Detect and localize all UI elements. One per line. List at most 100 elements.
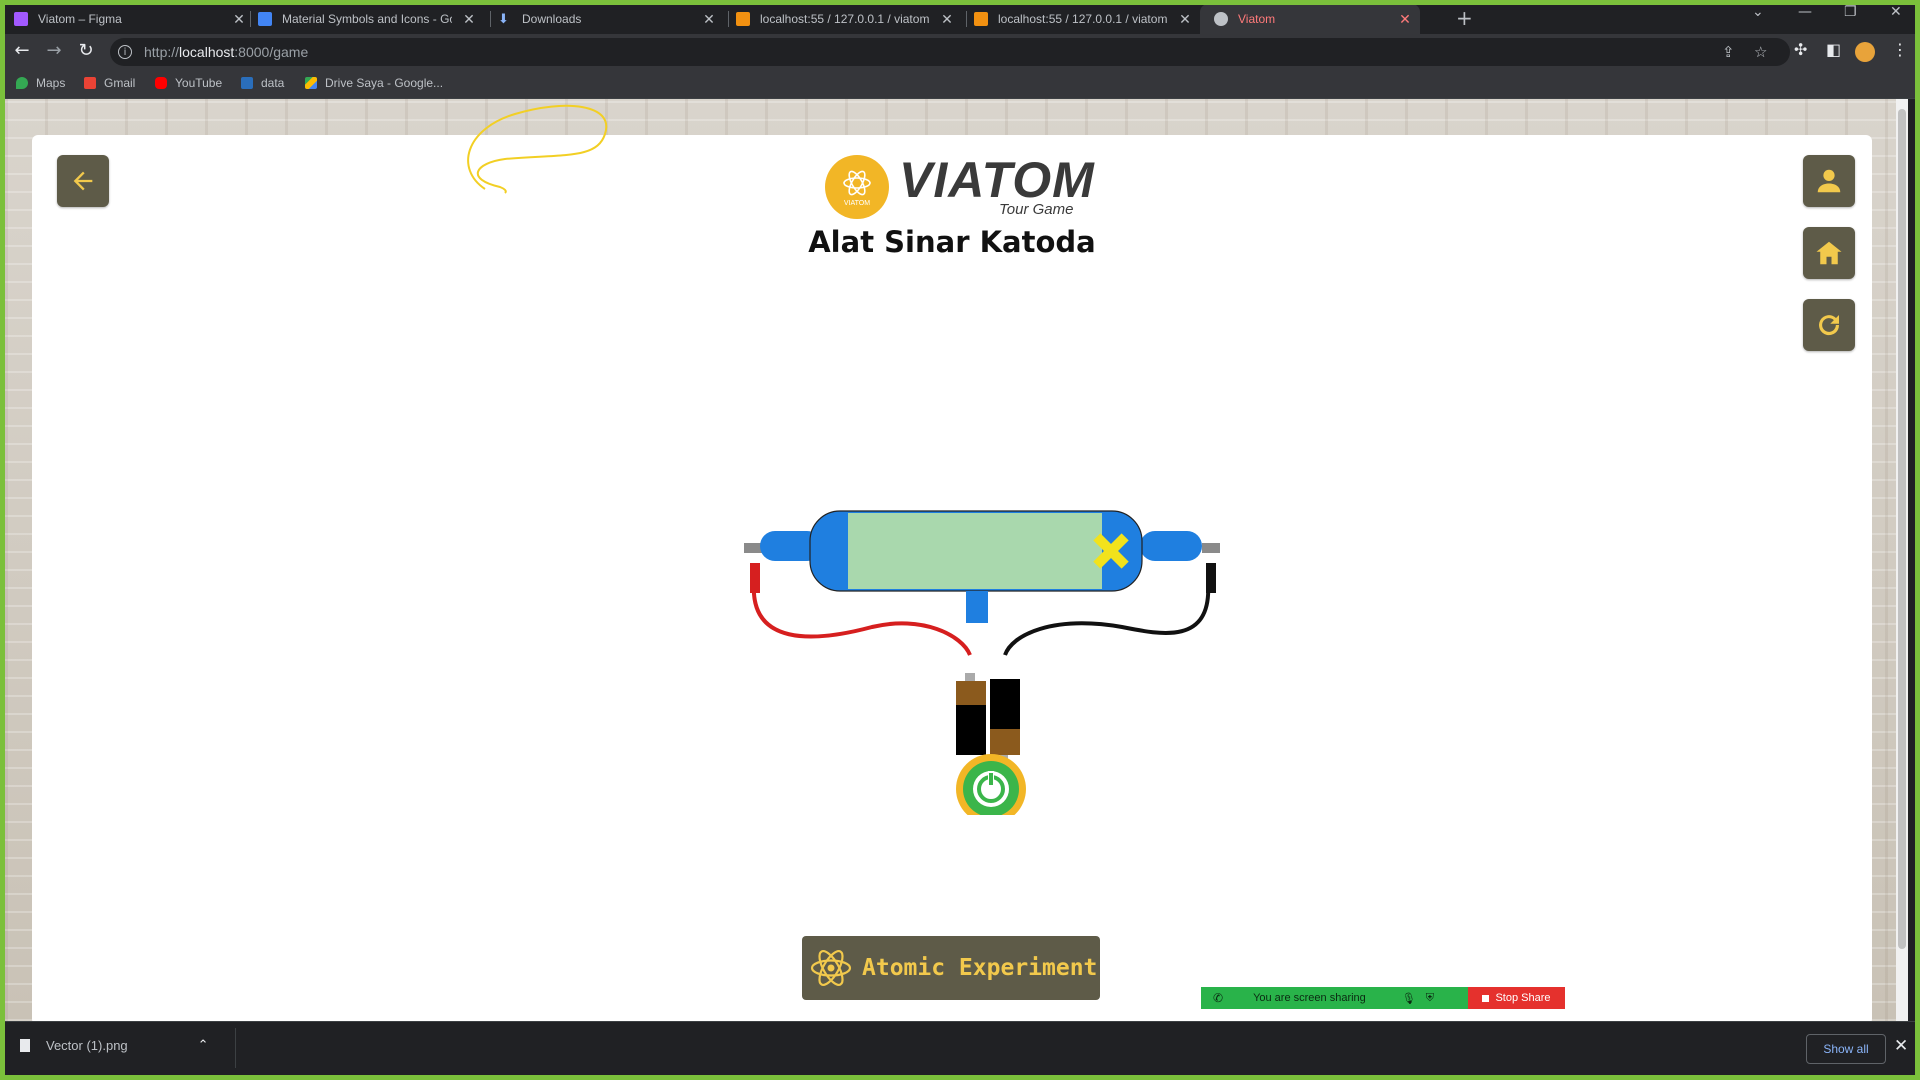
tab-title: Viatom – Figma (38, 12, 122, 26)
tab-strip: Viatom – Figma ✕ Material Symbols and Ic… (0, 0, 1920, 34)
mic-icon[interactable]: 🎙 (1402, 992, 1416, 1005)
stop-share-label: Stop Share (1495, 992, 1551, 1004)
chevron-up-icon[interactable]: ⌃ (198, 1037, 209, 1053)
battery-negative (990, 729, 1020, 755)
bookmark-label: data (261, 76, 285, 90)
atomic-experiment-button[interactable]: Atomic Experiment (802, 936, 1100, 1000)
tab-localhost-1[interactable]: localhost:55 / 127.0.0.1 / viatom ✕ (736, 4, 954, 34)
extensions-icon[interactable]: ✣ (1794, 40, 1807, 59)
tab-search-icon[interactable]: ⌄ (1752, 4, 1764, 20)
profile-button[interactable] (1803, 155, 1855, 207)
close-icon[interactable]: ✕ (1178, 11, 1192, 28)
restart-button[interactable] (1803, 299, 1855, 351)
page-viewport: VIATOM VIATOM Tour Game Alat Sinar Katod… (5, 99, 1908, 1021)
close-icon[interactable]: ✕ (702, 11, 716, 28)
left-terminal[interactable] (744, 543, 762, 553)
stop-share-button[interactable]: Stop Share (1468, 987, 1565, 1009)
atom-icon (843, 170, 871, 195)
bookmark-label: Drive Saya - Google... (325, 76, 444, 90)
atom-icon (810, 950, 852, 986)
bookmark-maps[interactable]: Maps (16, 76, 65, 90)
tab-title: localhost:55 / 127.0.0.1 / viatom (760, 12, 930, 26)
figma-icon (14, 12, 28, 26)
show-all-button[interactable]: Show all (1806, 1034, 1886, 1064)
maps-icon (16, 77, 28, 89)
tab-downloads[interactable]: ⬇ Downloads ✕ (498, 4, 716, 34)
page-title: Alat Sinar Katoda (808, 225, 1096, 259)
close-icon[interactable]: ✕ (1894, 1036, 1908, 1056)
tab-title: Material Symbols and Icons - Go (282, 12, 452, 26)
bookmark-label: YouTube (175, 76, 223, 90)
bookmark-drive[interactable]: Drive Saya - Google... (305, 76, 443, 90)
tab-viatom-active[interactable]: Viatom ✕ (1200, 4, 1420, 34)
red-wire (751, 582, 972, 656)
tab-title: localhost:55 / 127.0.0.1 / viatom (998, 12, 1168, 26)
close-icon[interactable]: ✕ (462, 11, 476, 28)
anode-cap (1140, 531, 1202, 561)
bookmark-gmail[interactable]: Gmail (84, 76, 135, 90)
right-terminal[interactable] (1202, 543, 1220, 553)
bookmark-label: Gmail (104, 76, 136, 90)
viatom-logo: VIATOM VIATOM Tour Game (825, 152, 1095, 223)
phone-icon: ✆ (1213, 991, 1224, 1005)
reload-icon[interactable]: ↻ (74, 40, 98, 61)
bookmark-youtube[interactable]: YouTube (155, 76, 222, 90)
black-clip[interactable] (1206, 563, 1216, 593)
close-icon[interactable]: ✕ (940, 11, 954, 28)
gmail-icon (84, 77, 96, 89)
share-message: You are screen sharing (1253, 992, 1366, 1004)
url-text: http://localhost:8000/game (144, 44, 309, 60)
restore-icon[interactable]: ❐ (1844, 4, 1857, 20)
tab-viatom-figma[interactable]: Viatom – Figma ✕ (14, 4, 246, 34)
stop-icon (1482, 994, 1490, 1002)
power-switch[interactable] (956, 754, 1026, 815)
refresh-icon (1819, 315, 1840, 336)
close-icon[interactable]: ✕ (232, 11, 246, 28)
vacuum-port (966, 591, 988, 623)
tube-interior (848, 513, 1102, 589)
logo-badge: VIATOM (825, 155, 889, 219)
ieee-icon (241, 77, 253, 89)
bookmark-data[interactable]: data (241, 76, 284, 90)
person-icon (1817, 169, 1841, 193)
browser-toolbar: ← → ↻ i http://localhost:8000/game ⇪ ☆ ✣… (0, 34, 1920, 70)
forward-icon[interactable]: → (42, 40, 66, 61)
file-icon (20, 1038, 30, 1052)
phpmyadmin-icon (736, 12, 750, 26)
tab-material-symbols[interactable]: Material Symbols and Icons - Go ✕ (258, 4, 476, 34)
minimize-icon[interactable]: — (1798, 4, 1812, 20)
site-info-icon[interactable]: i (118, 45, 132, 59)
cathode-ray-apparatus (744, 510, 1220, 815)
profile-avatar[interactable] (1855, 42, 1875, 62)
bookmark-label: Maps (36, 76, 66, 90)
logo-badge-text: VIATOM (843, 199, 871, 207)
download-item[interactable]: Vector (1).png ⌃ (20, 1037, 209, 1053)
drive-icon (305, 77, 317, 89)
bookmarks-bar: Maps Gmail YouTube data Drive Saya - Goo… (0, 70, 1920, 99)
download-file-name: Vector (1).png (46, 1037, 128, 1053)
close-icon[interactable]: ✕ (1398, 11, 1412, 28)
material-icon (258, 12, 272, 26)
back-button[interactable] (57, 155, 109, 207)
address-bar[interactable]: i http://localhost:8000/game (110, 38, 1790, 66)
new-tab-button[interactable]: + (1456, 6, 1473, 30)
youtube-icon (155, 77, 167, 89)
red-clip[interactable] (750, 563, 760, 593)
screen-share-bar: ✆ You are screen sharing 🎙 ⛨ Stop Share (1201, 987, 1565, 1009)
tab-title: Viatom (1238, 12, 1276, 26)
download-shelf: Vector (1).png ⌃ Show all ✕ (0, 1021, 1920, 1076)
battery-positive (956, 681, 986, 705)
shield-icon: ⛨ (1425, 991, 1435, 1004)
back-icon[interactable]: ← (10, 40, 34, 61)
bookmark-star-icon[interactable]: ☆ (1754, 43, 1767, 61)
phpmyadmin-icon (974, 12, 988, 26)
menu-icon[interactable]: ⋮ (1892, 40, 1908, 59)
download-icon: ⬇ (498, 11, 509, 26)
window-close-icon[interactable]: ✕ (1890, 4, 1902, 20)
side-panel-icon[interactable]: ◧ (1826, 40, 1841, 59)
battery-right (990, 679, 1020, 729)
share-icon[interactable]: ⇪ (1722, 43, 1735, 61)
tab-localhost-2[interactable]: localhost:55 / 127.0.0.1 / viatom ✕ (974, 4, 1192, 34)
page-scrollbar[interactable] (1896, 99, 1908, 1021)
battery-left (956, 705, 986, 755)
